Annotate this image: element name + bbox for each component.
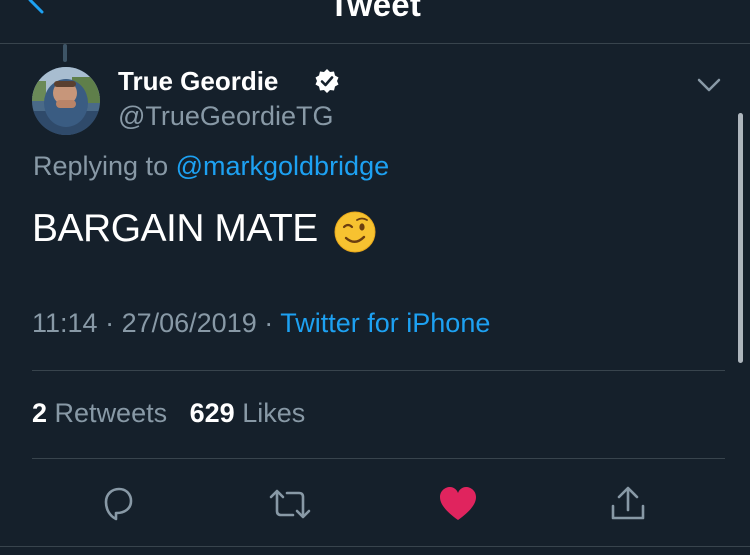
tweet-time: 11:14 [32, 308, 98, 338]
reply-icon [104, 487, 133, 521]
winking-face-emoji [334, 211, 376, 253]
thread-connector-line [63, 44, 67, 62]
verified-badge-icon [315, 69, 339, 93]
likes-stat[interactable]: 629 Likes [190, 398, 306, 428]
user-handle[interactable]: @TrueGeordieTG [118, 101, 333, 132]
retweets-count: 2 [32, 398, 48, 428]
retweet-icon [269, 489, 311, 519]
retweet-button[interactable] [268, 484, 311, 524]
likes-count: 629 [189, 398, 235, 428]
like-button[interactable] [438, 484, 478, 524]
divider [0, 546, 750, 547]
retweets-label: Retweets [54, 398, 168, 428]
divider [32, 370, 725, 371]
meta-separator: · [264, 308, 274, 338]
tweet-detail-screen: Tweet True Geordie @TrueGeordieTG Replyi… [0, 0, 750, 555]
tweet-date: 27/06/2019 [121, 308, 257, 338]
share-icon [611, 486, 645, 520]
avatar-photo [32, 67, 100, 135]
reply-button[interactable] [98, 484, 138, 524]
heart-icon [440, 487, 476, 520]
scrollbar[interactable] [738, 113, 743, 363]
replying-to-user-link[interactable]: @markgoldbridge [176, 151, 390, 181]
meta-separator: · [105, 308, 115, 338]
display-name[interactable]: True Geordie [118, 66, 278, 97]
tweet-timestamp-row: 11:14 · 27/06/2019 · Twitter for iPhone [32, 308, 490, 339]
replying-to: Replying to @markgoldbridge [33, 151, 389, 182]
engagement-stats: 2 Retweets 629 Likes [32, 398, 305, 429]
page-title: Tweet [328, 0, 422, 23]
avatar[interactable] [32, 67, 100, 135]
likes-label: Likes [242, 398, 306, 428]
divider [32, 458, 725, 459]
replying-to-label: Replying to [33, 151, 176, 181]
retweets-stat[interactable]: 2 Retweets [32, 398, 167, 428]
tweet-source-link[interactable]: Twitter for iPhone [280, 308, 490, 338]
chevron-down-icon[interactable] [695, 73, 723, 97]
navigation-bar: Tweet [0, 0, 750, 44]
share-button[interactable] [608, 484, 648, 524]
tweet-text: BARGAIN MATE [32, 207, 318, 250]
